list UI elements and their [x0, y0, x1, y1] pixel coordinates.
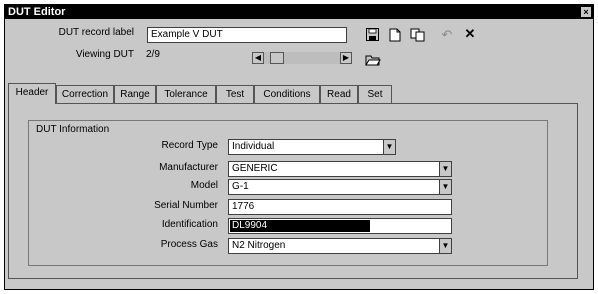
- group-title: DUT Information: [36, 124, 110, 135]
- record-label-input[interactable]: Example V DUT: [147, 27, 347, 43]
- chevron-down-icon[interactable]: ▼: [439, 180, 451, 194]
- model-label: Model: [190, 180, 218, 191]
- process-gas-label: Process Gas: [160, 239, 218, 250]
- serial-number-label: Serial Number: [154, 200, 218, 211]
- tab-correction[interactable]: Correction: [56, 85, 114, 103]
- save-icon[interactable]: [365, 28, 379, 42]
- serial-number-input[interactable]: 1776: [228, 199, 452, 215]
- model-select[interactable]: G-1 ▼: [228, 179, 452, 195]
- manufacturer-select[interactable]: GENERIC ▼: [228, 161, 452, 177]
- open-folder-icon[interactable]: [365, 53, 381, 67]
- tab-conditions[interactable]: Conditions: [254, 85, 320, 103]
- record-scrollbar[interactable]: ◀ ▶: [252, 52, 352, 64]
- scroll-right-icon[interactable]: ▶: [340, 52, 352, 64]
- identification-input[interactable]: DL9904: [228, 218, 452, 234]
- record-type-select[interactable]: Individual ▼: [228, 139, 396, 155]
- manufacturer-value: GENERIC: [232, 163, 278, 174]
- record-type-label: Record Type: [161, 140, 218, 151]
- new-document-icon[interactable]: [388, 28, 402, 42]
- tab-tolerance[interactable]: Tolerance: [156, 85, 216, 103]
- tab-range[interactable]: Range: [114, 85, 156, 103]
- close-icon[interactable]: ×: [581, 7, 591, 17]
- record-type-value: Individual: [232, 141, 275, 152]
- chevron-down-icon[interactable]: ▼: [439, 162, 451, 176]
- chevron-down-icon[interactable]: ▼: [383, 140, 395, 154]
- identification-label: Identification: [161, 219, 218, 230]
- chevron-down-icon[interactable]: ▼: [439, 239, 451, 253]
- window-title: DUT Editor: [8, 6, 66, 18]
- undo-icon[interactable]: ↶: [440, 28, 454, 42]
- process-gas-select[interactable]: N2 Nitrogen ▼: [228, 238, 452, 254]
- scroll-left-icon[interactable]: ◀: [252, 52, 264, 64]
- tab-set[interactable]: Set: [358, 85, 392, 103]
- tab-read[interactable]: Read: [320, 85, 358, 103]
- process-gas-value: N2 Nitrogen: [232, 240, 286, 251]
- tab-test[interactable]: Test: [216, 85, 254, 103]
- viewing-dut-caption: Viewing DUT: [75, 49, 134, 60]
- identification-value: DL9904: [230, 220, 370, 232]
- title-bar[interactable]: DUT Editor ×: [5, 5, 593, 19]
- viewing-dut-value: 2/9: [146, 49, 160, 60]
- tab-header[interactable]: Header: [8, 83, 56, 104]
- manufacturer-label: Manufacturer: [159, 162, 218, 173]
- scroll-thumb[interactable]: [270, 52, 284, 64]
- record-label-caption: DUT record label: [58, 27, 134, 38]
- copy-icon[interactable]: [410, 28, 425, 42]
- model-value: G-1: [232, 181, 249, 192]
- delete-icon[interactable]: ✕: [463, 27, 477, 41]
